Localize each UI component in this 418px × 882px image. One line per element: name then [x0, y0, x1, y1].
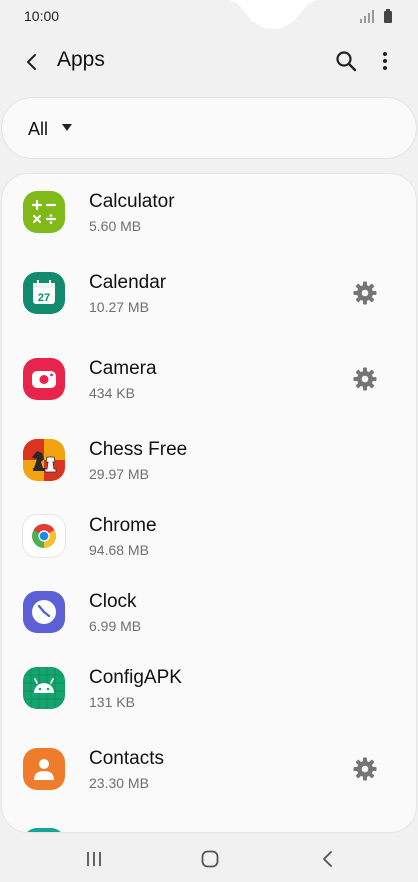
app-name: Calendar: [89, 272, 167, 293]
app-filter-dropdown[interactable]: All: [2, 98, 416, 158]
app-row-chess-free[interactable]: Chess Free 29.97 MB: [2, 425, 416, 501]
calendar-icon: 27: [23, 272, 65, 314]
app-name: Calculator: [89, 191, 175, 212]
app-row-partial[interactable]: [2, 814, 416, 832]
back-icon: [27, 54, 36, 70]
chess-icon: [23, 439, 65, 481]
app-size: 131 KB: [89, 694, 135, 710]
app-bar: Apps: [0, 34, 418, 90]
status-time: 10:00: [24, 8, 60, 24]
svg-text:27: 27: [38, 292, 50, 304]
camera-notch: [229, 0, 317, 29]
clock-icon: [23, 591, 65, 633]
home-icon: [201, 850, 219, 868]
app-name: Chrome: [89, 515, 157, 536]
app-size: 434 KB: [89, 385, 135, 401]
page-title: Apps: [57, 48, 105, 71]
app-row-chrome[interactable]: Chrome 94.68 MB: [2, 501, 416, 577]
back-nav-icon: [323, 851, 332, 867]
camera-icon: [23, 358, 65, 400]
app-row-clock[interactable]: Clock 6.99 MB: [2, 577, 416, 653]
dropdown-arrow-icon: [62, 124, 72, 131]
settings-gear-icon[interactable]: [352, 756, 378, 782]
app-row-contacts[interactable]: Contacts 23.30 MB: [2, 734, 416, 810]
filter-label: All: [28, 119, 49, 139]
settings-gear-icon[interactable]: [352, 280, 378, 306]
home-button[interactable]: [196, 846, 224, 872]
search-button[interactable]: [331, 46, 361, 76]
recents-button[interactable]: [80, 846, 108, 872]
back-button[interactable]: [16, 46, 48, 78]
app-size: 10.27 MB: [89, 299, 149, 315]
app-name: Clock: [89, 591, 137, 612]
search-icon: [336, 51, 357, 72]
chrome-icon: [23, 515, 65, 557]
signal-icon: [360, 10, 374, 23]
app-icon-partial: [23, 828, 65, 832]
app-row-camera[interactable]: Camera 434 KB: [2, 344, 416, 420]
app-row-configapk[interactable]: ConfigAPK 131 KB: [2, 653, 416, 729]
battery-icon: [384, 9, 392, 23]
app-size: 23.30 MB: [89, 775, 149, 791]
app-name: Camera: [89, 358, 157, 379]
app-list: Calculator 5.60 MB 27 Calendar 10.27 MB: [2, 174, 416, 832]
more-vert-icon: [383, 52, 387, 70]
status-bar: 10:00: [0, 0, 418, 34]
app-size: 6.99 MB: [89, 618, 142, 634]
android-icon: [23, 667, 65, 709]
calculator-icon: [23, 191, 65, 233]
app-size: 94.68 MB: [89, 542, 149, 558]
app-size: 29.97 MB: [89, 466, 149, 482]
app-name: ConfigAPK: [89, 667, 182, 688]
app-row-calculator[interactable]: Calculator 5.60 MB: [2, 174, 416, 250]
settings-gear-icon[interactable]: [352, 366, 378, 392]
app-name: Chess Free: [89, 439, 188, 460]
back-nav-button[interactable]: [314, 846, 342, 872]
recents-icon: [87, 852, 101, 866]
app-name: Contacts: [89, 748, 164, 769]
navigation-bar: [0, 836, 418, 882]
app-row-calendar[interactable]: 27 Calendar 10.27 MB: [2, 258, 416, 334]
contacts-icon: [23, 748, 65, 790]
more-options-button[interactable]: [372, 46, 398, 76]
app-size: 5.60 MB: [89, 218, 142, 234]
